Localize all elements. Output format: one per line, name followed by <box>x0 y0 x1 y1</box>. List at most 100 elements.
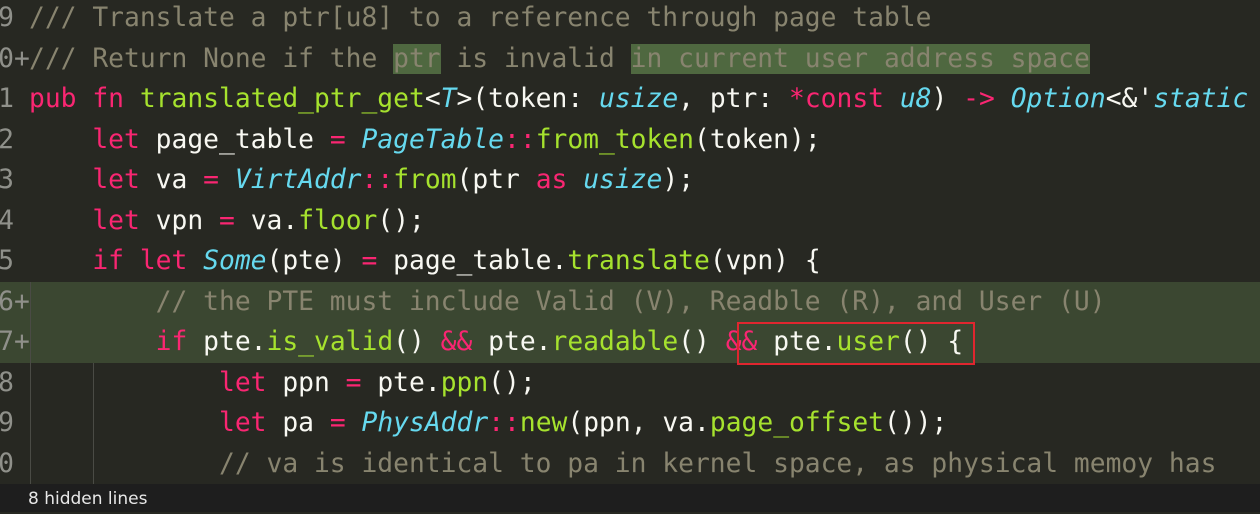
code-token: vpn <box>155 205 220 236</box>
diff-marker <box>14 0 30 39</box>
code-token: new <box>519 408 568 438</box>
line-gutter: 9 <box>0 0 30 39</box>
code-line[interactable]: 2 let page_table = PageTable::from_token… <box>0 120 1260 161</box>
code-token: ); <box>662 165 695 195</box>
line-gutter: 0+ <box>0 39 30 80</box>
code-token: user <box>836 327 900 357</box>
code-line[interactable]: 5 if let Some(pte) = page_table.translat… <box>0 241 1260 282</box>
code-token: = <box>329 124 346 155</box>
code-token: Some <box>203 246 267 276</box>
code-line[interactable]: 4 let vpn = va.floor(); <box>0 201 1260 242</box>
code-line[interactable]: 3 let va = VirtAddr::from(ptr as usize); <box>0 160 1260 201</box>
code-token: pte. <box>361 367 441 398</box>
code-token: ) <box>931 84 964 114</box>
code-token: let <box>29 205 156 236</box>
code-token: (pte) <box>266 246 362 276</box>
code-token: (token); <box>694 124 821 155</box>
code-line[interactable]: 6+ // the PTE must include Valid (V), Re… <box>0 281 1260 323</box>
diff-marker <box>14 201 30 242</box>
code-text[interactable]: // va is identical to pa in kernel space… <box>29 444 1216 485</box>
code-token: page_table. <box>377 246 568 276</box>
code-text[interactable]: let va = VirtAddr::from(ptr as usize); <box>29 160 694 201</box>
line-gutter: 9 <box>0 403 30 444</box>
code-token: floor <box>298 205 378 236</box>
code-token: :: <box>504 124 536 155</box>
code-token: in current user address space <box>630 43 1090 74</box>
code-token: readable <box>551 327 679 357</box>
code-line[interactable]: 9 /// Translate a ptr[u8] to a reference… <box>0 0 1260 39</box>
code-text[interactable]: let ppn = pte.ppn(); <box>29 363 536 404</box>
line-gutter: 1 <box>0 79 30 120</box>
code-token: usize <box>599 84 679 114</box>
code-token: ppn <box>282 367 346 398</box>
code-token: , ptr: <box>678 84 789 114</box>
code-token: from <box>393 165 457 195</box>
code-token: *const <box>789 84 900 114</box>
diff-marker <box>14 120 30 161</box>
code-token: (); <box>488 367 536 398</box>
code-token: pa <box>282 408 330 438</box>
code-token: usize <box>583 165 663 195</box>
code-token: = <box>361 246 378 276</box>
code-text[interactable]: /// Translate a ptr[u8] to a reference t… <box>29 0 931 39</box>
code-text[interactable]: let page_table = PageTable::from_token(t… <box>29 120 821 161</box>
code-token: :: <box>488 408 520 438</box>
line-number: 2 <box>0 124 14 155</box>
code-token: T <box>440 84 457 114</box>
code-line[interactable]: 0 // va is identical to pa in kernel spa… <box>0 443 1260 485</box>
line-gutter: 7+ <box>0 322 30 363</box>
hidden-lines-label[interactable]: 8 hidden lines <box>28 489 147 509</box>
line-number: 0 <box>0 448 14 479</box>
diff-marker <box>14 241 30 282</box>
code-token: -> <box>963 84 995 114</box>
code-text[interactable]: let vpn = va.floor(); <box>29 201 425 242</box>
code-token: // va is identical to pa in kernel space… <box>29 448 1217 479</box>
code-token: ()); <box>884 408 948 438</box>
code-editor[interactable]: 9 /// Translate a ptr[u8] to a reference… <box>0 0 1260 484</box>
code-token: = <box>219 205 235 236</box>
code-token: :: <box>361 165 394 195</box>
diff-marker <box>14 363 30 404</box>
code-line[interactable]: 7+ if pte.is_valid() && pte.readable() &… <box>0 322 1260 363</box>
code-token: && <box>725 327 758 357</box>
code-token: let <box>29 124 156 155</box>
code-token: (); <box>377 205 425 236</box>
diff-marker: + <box>14 43 30 74</box>
code-token: let <box>29 165 156 195</box>
code-token: = <box>203 165 220 195</box>
code-token: pte. <box>203 327 267 357</box>
code-token: Option <box>1010 84 1106 114</box>
code-token: pte. <box>757 327 837 357</box>
code-token: pub fn <box>29 84 140 114</box>
line-number: 6 <box>0 286 14 317</box>
code-text[interactable]: if let Some(pte) = page_table.translate(… <box>29 241 821 282</box>
code-line[interactable]: 9 let pa = PhysAddr::new(ppn, va.page_of… <box>0 403 1260 444</box>
code-line[interactable]: 8 let ppn = pte.ppn(); <box>0 362 1260 404</box>
code-text[interactable]: // the PTE must include Valid (V), Readb… <box>29 282 1106 323</box>
diff-marker <box>14 403 30 444</box>
code-token: () <box>393 327 441 357</box>
code-text[interactable]: let pa = PhysAddr::new(ppn, va.page_offs… <box>29 403 947 444</box>
line-number: 4 <box>0 205 14 236</box>
code-token: (vpn) { <box>709 246 821 276</box>
code-line[interactable]: 0+/// Return None if the ptr is invalid … <box>0 39 1260 80</box>
line-gutter: 4 <box>0 201 30 242</box>
code-token: () { <box>899 327 964 357</box>
code-token: pte. <box>472 327 552 357</box>
code-text[interactable]: /// Return None if the ptr is invalid in… <box>29 39 1090 80</box>
code-line[interactable]: 1 pub fn translated_ptr_get<T>(token: us… <box>0 79 1260 120</box>
code-token: /// Return None if the <box>29 43 394 74</box>
code-token: is_valid <box>266 327 394 357</box>
code-text[interactable]: if pte.is_valid() && pte.readable() && p… <box>29 322 964 363</box>
code-token: from_token <box>535 124 695 155</box>
hidden-lines-bar[interactable]: 8 hidden lines <box>0 484 1260 512</box>
code-token: static <box>1153 84 1249 114</box>
diff-marker <box>14 160 30 201</box>
line-number: 0 <box>0 43 14 74</box>
code-text[interactable]: pub fn translated_ptr_get<T>(token: usiz… <box>29 79 1248 120</box>
code-token: va. <box>234 205 299 236</box>
line-gutter: 3 <box>0 160 30 201</box>
code-token: <&' <box>1105 84 1154 114</box>
